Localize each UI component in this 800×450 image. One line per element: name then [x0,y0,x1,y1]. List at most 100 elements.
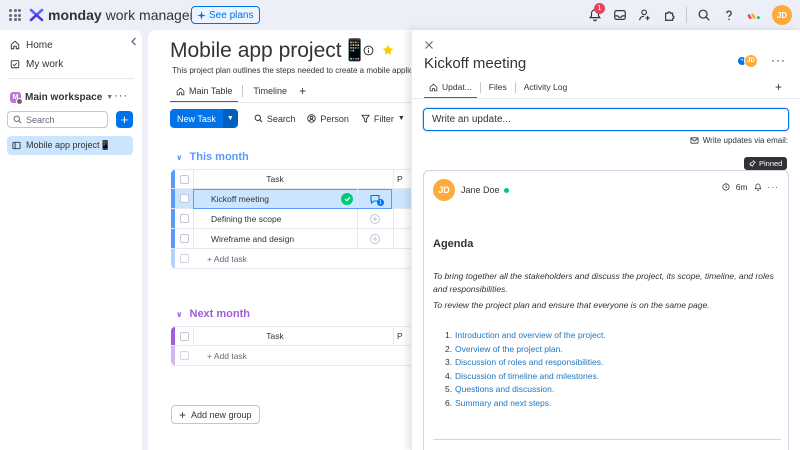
tab-main-table[interactable]: Main Table [170,82,239,103]
row-checkbox[interactable] [180,214,189,223]
tab-updates[interactable]: Updat... [424,79,477,99]
list-item: 6. Summary and next steps. [445,397,552,408]
select-all-checkbox[interactable] [180,332,189,341]
board-icon [12,141,21,150]
group-title-this-month[interactable]: ∨ This month [176,151,249,163]
user-avatar[interactable]: JD [772,5,792,25]
table-row[interactable]: Wireframe and design [171,229,412,249]
write-update-input[interactable]: Write an update... [423,108,789,131]
chevron-down-icon[interactable]: ▼ [222,109,238,128]
notifications-button[interactable]: 1 [582,3,607,26]
person-filter-button[interactable]: Person [301,114,355,124]
close-icon[interactable] [424,40,434,50]
panel-title[interactable]: Kickoff meeting [424,55,526,72]
apps-puzzle-icon [664,11,674,21]
board-title[interactable]: Mobile app project📱 [170,39,368,63]
row-checkbox[interactable] [180,234,189,243]
update-body: Agenda To bring together all the stakeho… [433,238,783,410]
group-title-next-month[interactable]: ∨ Next month [176,308,250,320]
update-more-icon[interactable]: ··· [768,182,780,192]
add-panel-tab-button[interactable]: + [775,80,782,94]
row-checkbox [180,254,189,263]
left-sidebar: Home My work M Main workspace ▼ ··· Sear… [0,30,142,450]
add-new-group-button[interactable]: + Add new group [171,405,260,424]
tab-files[interactable]: Files [484,79,512,95]
top-bar: monday work management See plans 1 JD [0,0,800,30]
panel-tabs: Updat... Files Activity Log [424,79,572,99]
invite-user-icon [638,9,650,21]
chevron-down-icon[interactable]: ∨ [176,153,183,162]
tab-timeline[interactable]: Timeline [247,82,293,100]
group-color-bar [171,327,175,345]
select-all-checkbox[interactable] [180,175,189,184]
workspace-more-icon[interactable]: ··· [114,90,128,102]
sidebar-item-my-work[interactable]: My work [10,56,63,72]
apps-grid-icon[interactable] [9,9,21,21]
home-icon [176,87,185,95]
row-checkbox[interactable] [180,194,189,203]
task-name[interactable]: Defining the scope [211,214,281,224]
star-icon[interactable] [382,44,394,56]
apps-button[interactable] [657,4,682,26]
info-icon[interactable] [363,45,374,56]
add-item-button[interactable]: + [116,111,133,128]
author-name[interactable]: Jane Doe [461,185,509,195]
task-name[interactable]: Wireframe and design [211,234,294,244]
search-button[interactable] [691,4,716,26]
help-button[interactable] [716,4,741,26]
chevron-down-icon: ▼ [106,93,114,101]
list-item: 2. Overview of the project plan. [445,343,563,354]
add-task-input[interactable]: + Add task [207,351,247,361]
agenda-list: 1. Introduction and overview of the proje… [433,329,783,410]
table-row[interactable]: Kickoff meeting 1 [171,189,412,209]
group-table-this-month: Task P Kickoff meeting 1 Defining the sc… [171,169,412,269]
filter-icon [360,114,370,123]
group-color-bar [171,170,175,188]
new-task-button[interactable]: New Task ▼ [170,109,238,128]
add-update-icon[interactable] [369,233,381,245]
sidebar-search-input[interactable]: Search [7,111,108,128]
monday-apps-icon [747,13,760,20]
add-view-button[interactable]: + [293,82,312,100]
table-header: Task P [171,326,412,346]
list-item: 1. Introduction and overview of the proje… [445,330,606,340]
task-name[interactable]: Kickoff meeting [211,194,269,204]
subscribers-button[interactable]: + JD [738,54,760,68]
add-task-input[interactable]: + Add task [207,254,247,264]
sidebar-divider [8,78,134,79]
inbox-button[interactable] [607,4,632,26]
list-item: 4. Discussion of timeline and milestones. [445,370,600,381]
invite-button[interactable] [632,4,657,26]
tab-activity-log[interactable]: Activity Log [519,79,572,95]
workspace-selector[interactable]: M Main workspace ▼ ··· [10,89,134,105]
add-task-row[interactable]: + Add task [171,249,412,269]
add-update-icon[interactable] [369,213,381,225]
home-icon [10,40,20,50]
table-row[interactable]: Defining the scope [171,209,412,229]
notification-count-badge: 1 [594,3,605,14]
sidebar-item-board[interactable]: Mobile app project📱 [7,136,133,155]
bell-icon[interactable] [753,183,762,191]
item-detail-panel: Kickoff meeting + JD ··· Updat... Files … [411,30,800,450]
sidebar-item-home[interactable]: Home [10,37,53,53]
subscriber-avatar: JD [744,54,758,68]
email-updates-link[interactable]: Write updates via email: [690,136,788,145]
tab-divider [242,85,244,97]
add-task-row[interactable]: + Add task [171,346,412,366]
plus-icon: + [120,112,129,127]
search-button[interactable]: Search [248,114,302,124]
check-circle-icon [341,193,353,205]
filter-button[interactable]: Filter ▼ [355,114,411,124]
chevron-down-icon[interactable]: ∨ [176,310,183,319]
more-options-icon[interactable]: ··· [771,53,786,67]
collapse-sidebar-button[interactable] [127,34,139,48]
update-divider [433,439,781,440]
board-toolbar: New Task ▼ Search Person Filter ▼ [170,109,432,128]
author-avatar[interactable]: JD [433,179,455,201]
top-icons: 1 JD [582,3,792,26]
update-paragraph: To review the project plan and ensure th… [433,300,710,310]
title-icons [363,44,394,56]
calendar-check-icon [10,60,20,69]
see-plans-button[interactable]: See plans [191,6,261,24]
product-switcher-button[interactable] [741,4,766,26]
